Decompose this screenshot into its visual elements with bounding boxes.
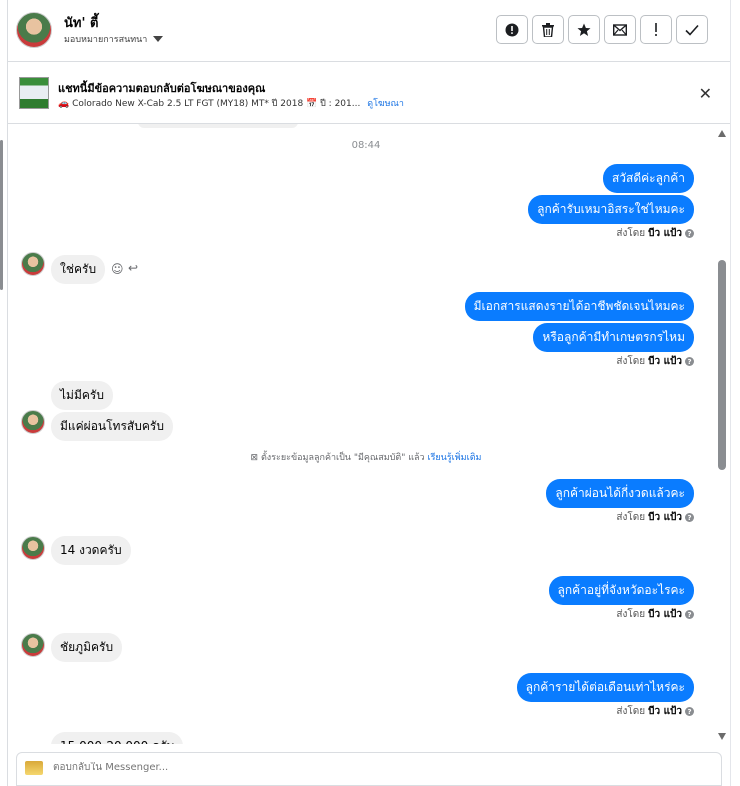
ad-subtitle-text: 🚗 Colorado New X-Cab 2.5 LT FGT (MY18) M… <box>58 99 361 109</box>
message-thread[interactable]: 08:44 สวัสดีค่ะลูกค้า ลูกค้ารับเหมาอิสระ… <box>8 124 730 744</box>
trash-icon <box>542 22 554 37</box>
sent-by-prefix: ส่งโดย <box>616 512 646 523</box>
learn-more-link[interactable]: เรียนรู้เพิ่มเติม <box>428 453 482 463</box>
left-panel-edge <box>0 0 8 786</box>
page-logo-icon <box>25 761 43 775</box>
mark-unread-button[interactable] <box>604 15 636 44</box>
incoming-message[interactable]: 14 งวดครับ <box>51 536 131 565</box>
reply-input[interactable] <box>53 762 653 773</box>
sent-by-line: ส่งโดย บีว แป้ว ? <box>616 607 694 622</box>
sent-by-prefix: ส่งโดย <box>616 356 646 367</box>
sent-by-line: ส่งโดย บีว แป้ว ? <box>616 226 694 241</box>
view-ad-link[interactable]: ดูโฆษณา <box>367 99 404 109</box>
envelope-icon <box>613 23 627 36</box>
conversation-header: นัท' ตี้ มอบหมายการสนทนา <box>8 0 730 62</box>
help-icon[interactable]: ? <box>685 229 694 238</box>
timestamp: 08:44 <box>351 140 381 151</box>
help-icon[interactable]: ? <box>685 513 694 522</box>
spam-button[interactable] <box>640 15 672 44</box>
assign-conversation-dropdown[interactable]: มอบหมายการสนทนา <box>64 32 164 46</box>
reply-composer[interactable] <box>16 752 722 786</box>
incoming-message[interactable]: ใช่ครับ <box>51 255 106 284</box>
outgoing-message[interactable]: หรือลูกค้ามีทำเกษตรกรไหม <box>533 323 694 352</box>
sent-by-line: ส่งโดย บีว แป้ว ? <box>616 704 694 719</box>
avatar[interactable] <box>21 633 45 657</box>
incoming-message[interactable]: 15,000-20,000 ครับ <box>51 732 184 744</box>
avatar[interactable] <box>16 12 52 48</box>
incoming-message[interactable]: ชัยภูมิครับ <box>51 633 123 662</box>
star-icon <box>577 23 591 36</box>
reply-icon[interactable]: ↩ <box>128 261 138 275</box>
sent-by-name: บีว แป้ว <box>648 512 682 523</box>
close-icon[interactable]: ✕ <box>699 84 712 103</box>
checkmark-icon <box>685 24 699 36</box>
caret-down-icon <box>153 36 164 42</box>
ad-banner-subtitle: 🚗 Colorado New X-Cab 2.5 LT FGT (MY18) M… <box>58 96 404 110</box>
outgoing-message[interactable]: ลูกค้าผ่อนได้กี่งวดแล้วคะ <box>546 479 694 508</box>
alert-button[interactable] <box>496 15 528 44</box>
tag-icon: ⊠ <box>250 453 259 463</box>
outgoing-message[interactable]: ลูกค้ารายได้ต่อเดือนเท่าไหร่คะ <box>516 673 694 702</box>
system-notice-text: ตั้งระยะข้อมูลลูกค้าเป็น "มีคุณสมบัติ" แ… <box>260 453 425 463</box>
avatar[interactable] <box>21 252 45 276</box>
avatar[interactable] <box>21 536 45 560</box>
sent-by-name: บีว แป้ว <box>648 356 682 367</box>
alert-circle-icon <box>505 23 519 36</box>
sent-by-line: ส่งโดย บีว แป้ว ? <box>616 354 694 369</box>
help-icon[interactable]: ? <box>685 707 694 716</box>
header-actions <box>496 15 708 44</box>
done-button[interactable] <box>676 15 708 44</box>
assign-label: มอบหมายการสนทนา <box>64 35 148 45</box>
avatar[interactable] <box>21 410 45 434</box>
sent-by-name: บีว แป้ว <box>648 609 682 620</box>
sent-by-prefix: ส่งโดย <box>616 609 646 620</box>
scrollbar-thumb[interactable] <box>718 260 726 470</box>
right-panel-edge <box>730 0 740 786</box>
outgoing-message[interactable]: ลูกค้ารับเหมาอิสระใช่ไหมคะ <box>528 195 694 224</box>
sent-by-prefix: ส่งโดย <box>616 706 646 717</box>
outgoing-message[interactable]: ลูกค้าอยู่ที่จังหวัดอะไรคะ <box>548 576 694 605</box>
incoming-message[interactable]: ไม่มีครับ <box>51 381 113 410</box>
left-scrollbar[interactable] <box>0 140 3 290</box>
delete-button[interactable] <box>532 15 564 44</box>
sent-by-name: บีว แป้ว <box>648 228 682 239</box>
thread-scrollbar[interactable] <box>718 130 727 740</box>
sent-by-name: บีว แป้ว <box>648 706 682 717</box>
scroll-up-icon[interactable] <box>718 130 726 137</box>
outgoing-message[interactable]: สวัสดีค่ะลูกค้า <box>602 164 694 193</box>
star-button[interactable] <box>568 15 600 44</box>
sent-by-prefix: ส่งโดย <box>616 228 646 239</box>
scroll-down-icon[interactable] <box>718 733 726 740</box>
system-notice: ⊠ ตั้งระยะข้อมูลลูกค้าเป็น "มีคุณสมบัติ"… <box>8 450 724 464</box>
contact-name[interactable]: นัท' ตี้ <box>64 12 98 33</box>
emoji-reaction-icon[interactable]: ☺ <box>111 262 124 276</box>
sent-by-line: ส่งโดย บีว แป้ว ? <box>616 510 694 525</box>
help-icon[interactable]: ? <box>685 357 694 366</box>
help-icon[interactable]: ? <box>685 610 694 619</box>
ad-reply-banner: แชทนี้มีข้อความตอบกลับต่อโฆษณาของคุณ 🚗 C… <box>8 63 730 124</box>
ad-banner-title: แชทนี้มีข้อความตอบกลับต่อโฆษณาของคุณ <box>58 82 266 95</box>
outgoing-message[interactable]: มีเอกสารแสดงรายได้อาชีพชัดเจนไหมคะ <box>464 292 694 321</box>
partial-message <box>138 124 298 128</box>
ad-thumbnail[interactable] <box>19 77 49 109</box>
incoming-message[interactable]: มีแค่ผ่อนโทรสับครับ <box>51 412 173 441</box>
exclamation-icon <box>655 22 657 36</box>
